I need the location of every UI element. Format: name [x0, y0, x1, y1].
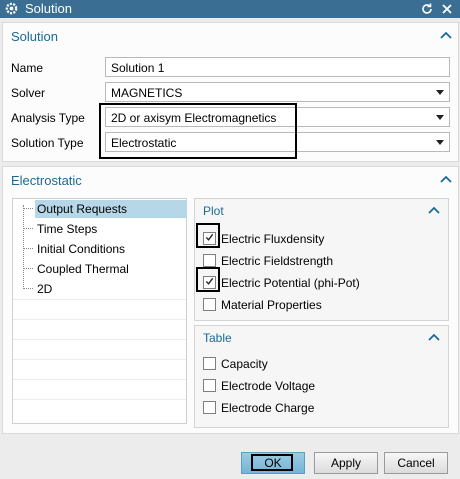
- material-properties-checkbox[interactable]: [203, 298, 216, 311]
- tree-connector: [23, 288, 33, 289]
- electrode-voltage-option[interactable]: Electrode Voltage: [203, 377, 443, 395]
- tree-item-label: Coupled Thermal: [37, 262, 129, 276]
- name-value: Solution 1: [111, 61, 165, 75]
- tree-item-label: 2D: [37, 282, 53, 296]
- tree-item-2d[interactable]: 2D: [35, 280, 187, 298]
- divider: [13, 299, 186, 300]
- chevron-up-icon[interactable]: [428, 332, 440, 342]
- tree-item-time-steps[interactable]: Time Steps: [35, 220, 187, 238]
- highlight-box: [196, 223, 220, 248]
- divider: [13, 319, 186, 320]
- table-panel: Table Capacity Electrode Voltage Electro…: [194, 325, 449, 428]
- name-field[interactable]: Solution 1: [105, 57, 450, 77]
- solver-select[interactable]: MAGNETICS: [105, 82, 450, 102]
- solver-row: Solver MAGNETICS: [3, 82, 458, 104]
- electric-fieldstrength-option[interactable]: Electric Fieldstrength: [203, 252, 443, 270]
- capacity-checkbox[interactable]: [203, 357, 216, 370]
- chevron-up-icon[interactable]: [440, 30, 452, 40]
- highlight-box: [196, 267, 220, 292]
- checkbox-label: Material Properties: [221, 298, 322, 312]
- tree-item-label: Initial Conditions: [37, 242, 126, 256]
- material-properties-option[interactable]: Material Properties: [203, 296, 443, 314]
- cancel-button-label: Cancel: [397, 456, 435, 470]
- tree-item-coupled-thermal[interactable]: Coupled Thermal: [35, 260, 187, 278]
- name-label: Name: [11, 61, 44, 75]
- divider: [13, 359, 186, 360]
- tree-connector: [23, 228, 33, 229]
- electrode-voltage-checkbox[interactable]: [203, 379, 216, 392]
- electrostatic-group-title: Electrostatic: [11, 173, 82, 188]
- solution-group-header[interactable]: Solution: [3, 23, 458, 49]
- solver-label: Solver: [11, 86, 46, 100]
- chevron-up-icon[interactable]: [440, 174, 452, 184]
- tree-item-output-requests[interactable]: Output Requests: [35, 200, 187, 218]
- tree-item-label: Time Steps: [37, 222, 98, 236]
- apply-button-label: Apply: [330, 456, 362, 470]
- gear-icon: [5, 2, 18, 15]
- analysis-type-label: Analysis Type: [11, 111, 85, 125]
- electrode-charge-checkbox[interactable]: [203, 401, 216, 414]
- highlight-box: [251, 454, 293, 471]
- checkbox-label: Electric Fluxdensity: [221, 232, 325, 246]
- apply-button[interactable]: Apply: [314, 452, 378, 474]
- checkbox-label: Electric Potential (phi-Pot): [221, 276, 360, 290]
- checkbox-label: Electric Fieldstrength: [221, 254, 334, 268]
- plot-panel-title: Plot: [203, 204, 224, 218]
- electric-fluxdensity-option[interactable]: Electric Fluxdensity: [203, 230, 443, 248]
- electrode-charge-option[interactable]: Electrode Charge: [203, 399, 443, 417]
- checkbox-label: Capacity: [221, 357, 268, 371]
- solution-dialog: Solution Solution Name Solution 1 Solver…: [0, 0, 460, 479]
- tree-item-initial-conditions[interactable]: Initial Conditions: [35, 240, 187, 258]
- electrostatic-group-header[interactable]: Electrostatic: [3, 167, 458, 193]
- reset-icon[interactable]: [419, 1, 435, 17]
- highlight-box: [99, 103, 297, 159]
- solution-group: Solution Name Solution 1 Solver MAGNETIC…: [2, 22, 459, 162]
- tree-item-label: Output Requests: [37, 202, 128, 216]
- window-title: Solution: [25, 1, 72, 16]
- electric-potential-option[interactable]: Electric Potential (phi-Pot): [203, 274, 443, 292]
- dropdown-arrow-icon: [436, 140, 444, 145]
- dropdown-arrow-icon: [436, 115, 444, 120]
- dropdown-arrow-icon: [436, 90, 444, 95]
- tree-connector: [23, 248, 33, 249]
- tree-connector: [23, 208, 33, 209]
- capacity-option[interactable]: Capacity: [203, 355, 443, 373]
- title-bar: Solution: [0, 0, 460, 18]
- name-row: Name Solution 1: [3, 57, 458, 79]
- divider: [13, 339, 186, 340]
- electric-fieldstrength-checkbox[interactable]: [203, 254, 216, 267]
- tree-connector: [23, 268, 33, 269]
- solution-group-title: Solution: [11, 29, 58, 44]
- checkbox-label: Electrode Voltage: [221, 379, 316, 393]
- solution-type-label: Solution Type: [11, 136, 84, 150]
- cancel-button[interactable]: Cancel: [384, 452, 448, 474]
- close-icon[interactable]: [439, 1, 455, 17]
- table-panel-title: Table: [203, 331, 232, 345]
- divider: [13, 399, 186, 400]
- solver-value: MAGNETICS: [111, 86, 183, 100]
- checkbox-label: Electrode Charge: [221, 401, 315, 415]
- plot-panel: Plot Electric Fluxdensity Electric Field…: [194, 198, 449, 321]
- divider: [13, 379, 186, 380]
- output-tree: Output Requests Time Steps Initial Condi…: [12, 198, 187, 424]
- tree-connector: [23, 205, 24, 289]
- chevron-up-icon[interactable]: [428, 205, 440, 215]
